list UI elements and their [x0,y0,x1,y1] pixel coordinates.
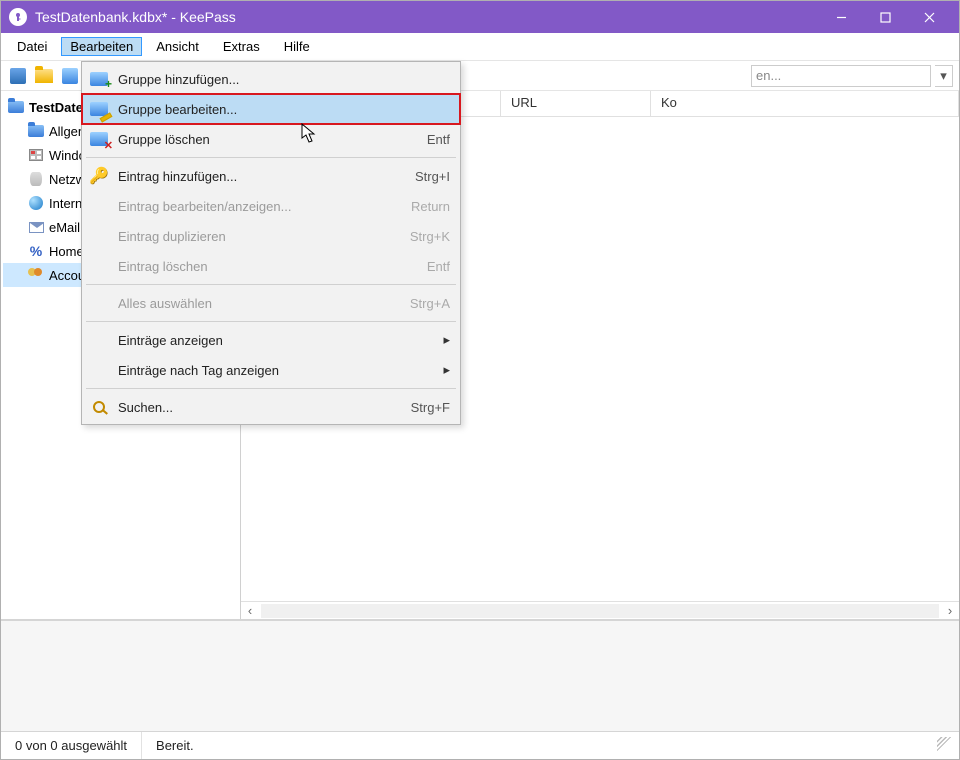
menu-separator [86,321,456,322]
status-bar: 0 von 0 ausgewählt Bereit. [1,731,959,759]
menu-item-accel: Entf [427,132,450,147]
search-input[interactable]: en... [751,65,931,87]
scroll-right-icon[interactable]: › [941,603,959,618]
menu-item-label: Einträge anzeigen [118,333,431,348]
add-group-icon [88,68,110,90]
edit-menu-dropdown: Gruppe hinzufügen... Gruppe bearbeiten..… [81,61,461,425]
resize-grip-icon[interactable] [937,737,955,755]
menu-help[interactable]: Hilfe [274,35,320,58]
windows-icon [27,146,45,164]
cursor-icon [301,123,317,148]
globe-icon [27,194,45,212]
percent-icon: % [27,242,45,260]
menu-item-accel: Strg+A [410,296,450,311]
status-ready: Bereit. [142,732,208,759]
duplicate-entry-icon [88,225,110,247]
open-button[interactable] [33,65,55,87]
menu-select-all: Alles auswählen Strg+A [82,288,460,318]
menu-edit-entry: Eintrag bearbeiten/anzeigen... Return [82,191,460,221]
menu-show-by-tag[interactable]: Einträge nach Tag anzeigen ▸ [82,355,460,385]
folder-icon [7,98,25,116]
title-bar: TestDatenbank.kdbx* - KeePass [1,1,959,33]
menu-item-label: Einträge nach Tag anzeigen [118,363,431,378]
search-placeholder: en... [756,68,781,83]
close-button[interactable] [907,1,951,33]
edit-group-icon [88,98,110,120]
submenu-arrow-icon: ▸ [443,332,450,348]
key-icon: 🔑 [88,165,110,187]
menu-item-label: Gruppe löschen [118,132,411,147]
menu-dup-entry: Eintrag duplizieren Strg+K [82,221,460,251]
submenu-arrow-icon: ▸ [443,362,450,378]
mail-icon [27,218,45,236]
menu-search[interactable]: Suchen... Strg+F [82,392,460,422]
menu-item-label: Eintrag duplizieren [118,229,394,244]
disk-icon [10,68,26,84]
menu-file[interactable]: Datei [7,35,57,58]
scroll-track[interactable] [261,604,939,618]
status-selection: 0 von 0 ausgewählt [1,732,142,759]
menu-show-entries[interactable]: Einträge anzeigen ▸ [82,325,460,355]
save-button[interactable] [59,65,81,87]
col-url[interactable]: URL [501,91,651,116]
window-title: TestDatenbank.kdbx* - KeePass [35,9,819,25]
menu-edit-group[interactable]: Gruppe bearbeiten... [82,94,460,124]
menu-item-label: Gruppe hinzufügen... [118,72,450,87]
new-db-button[interactable] [7,65,29,87]
menu-add-group[interactable]: Gruppe hinzufügen... [82,64,460,94]
tree-item-label: eMail [49,220,80,235]
menu-edit[interactable]: Bearbeiten [61,37,142,56]
menu-item-accel: Entf [427,259,450,274]
users-icon [27,266,45,284]
delete-group-icon [88,128,110,150]
menu-item-label: Suchen... [118,400,395,415]
delete-entry-icon [88,255,110,277]
menu-item-label: Eintrag bearbeiten/anzeigen... [118,199,395,214]
menu-item-accel: Strg+F [411,400,450,415]
menu-separator [86,388,456,389]
menu-item-label: Gruppe bearbeiten... [118,102,450,117]
col-comment[interactable]: Ko [651,91,959,116]
menu-view[interactable]: Ansicht [146,35,209,58]
horizontal-scrollbar[interactable]: ‹ › [241,601,959,619]
menu-item-label: Eintrag löschen [118,259,411,274]
app-icon [9,8,27,26]
save-icon [62,68,78,84]
menu-separator [86,284,456,285]
menu-extras[interactable]: Extras [213,35,270,58]
folder-icon [27,122,45,140]
blank-icon [88,359,110,381]
menu-item-accel: Strg+I [415,169,450,184]
database-icon [27,170,45,188]
scroll-left-icon[interactable]: ‹ [241,603,259,618]
menu-bar: Datei Bearbeiten Ansicht Extras Hilfe [1,33,959,61]
menu-delete-group[interactable]: Gruppe löschen Entf [82,124,460,154]
folder-icon [35,69,53,83]
menu-item-accel: Strg+K [410,229,450,244]
menu-item-label: Alles auswählen [118,296,394,311]
menu-separator [86,157,456,158]
menu-item-label: Eintrag hinzufügen... [118,169,399,184]
menu-add-entry[interactable]: 🔑 Eintrag hinzufügen... Strg+I [82,161,460,191]
select-all-icon [88,292,110,314]
minimize-button[interactable] [819,1,863,33]
search-options-dropdown[interactable]: ▾ [935,65,953,87]
menu-item-accel: Return [411,199,450,214]
blank-icon [88,329,110,351]
detail-pane [1,619,959,731]
menu-del-entry: Eintrag löschen Entf [82,251,460,281]
search-icon [88,396,110,418]
edit-entry-icon [88,195,110,217]
maximize-button[interactable] [863,1,907,33]
